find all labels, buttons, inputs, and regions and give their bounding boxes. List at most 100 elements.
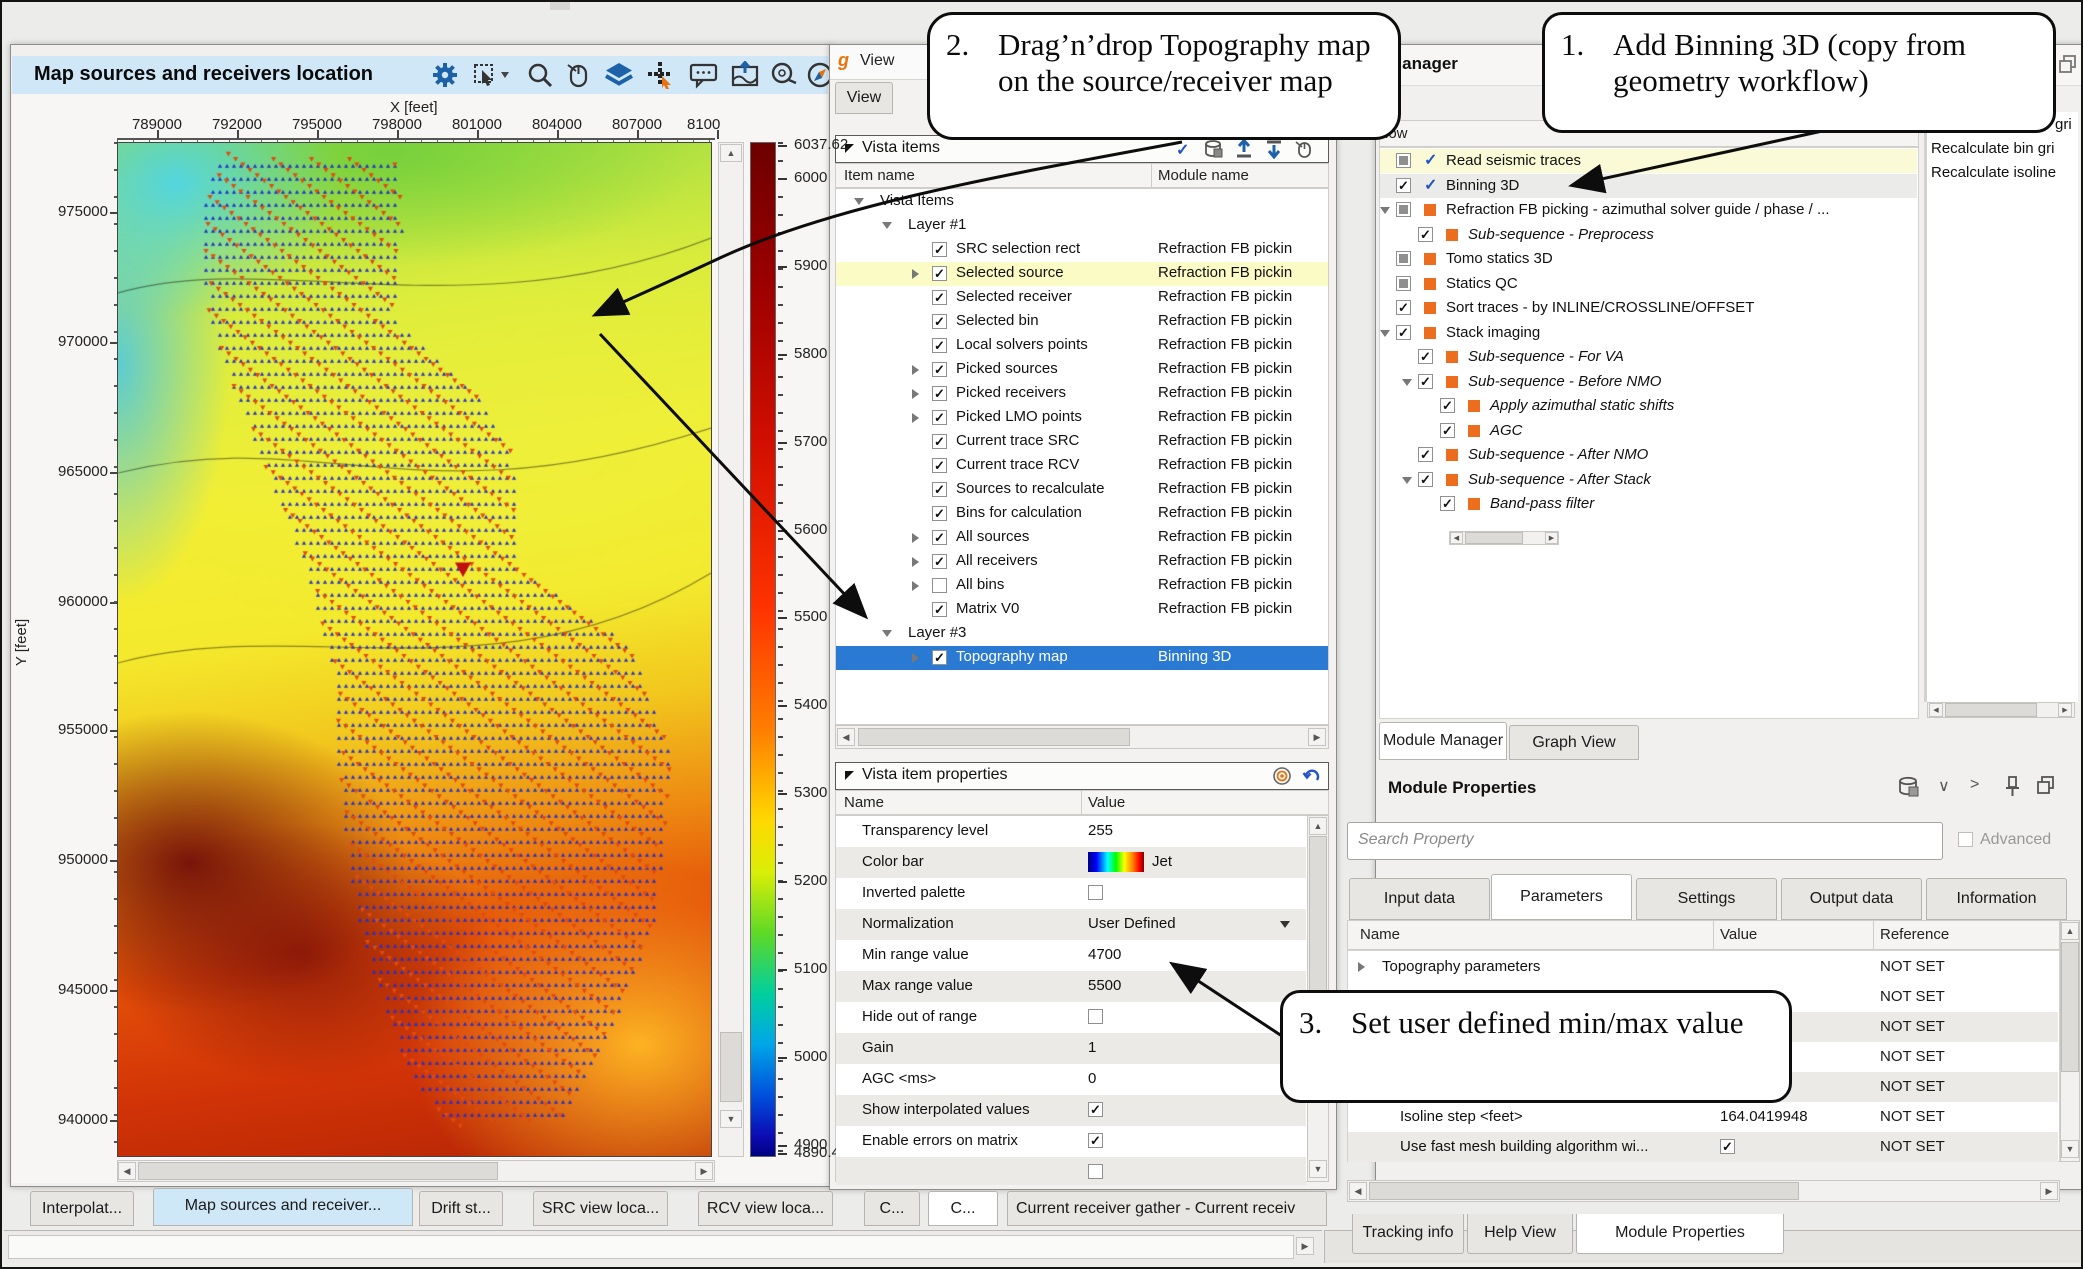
vista-item-row[interactable]: ✓Picked sourcesRefraction FB pickin bbox=[836, 358, 1328, 382]
item-visibility-checkbox[interactable]: ✓ bbox=[932, 602, 947, 617]
workflow-row[interactable]: ✓✓Binning 3D bbox=[1380, 174, 1917, 198]
item-visibility-checkbox[interactable]: ✓ bbox=[932, 458, 947, 473]
parameters-scroll-left[interactable]: ◀ bbox=[1349, 1182, 1367, 1200]
record-target-icon[interactable] bbox=[1272, 766, 1292, 786]
crosshair-position-icon[interactable] bbox=[644, 61, 674, 89]
comments-icon[interactable] bbox=[688, 61, 718, 89]
parameter-row[interactable]: Isoline step <feet>164.0419948NOT SET bbox=[1348, 1102, 2058, 1132]
column-module-name[interactable]: Module name bbox=[1158, 167, 1249, 184]
workflow-checkbox[interactable] bbox=[1396, 276, 1411, 291]
property-checkbox[interactable] bbox=[1088, 1164, 1103, 1179]
item-visibility-checkbox[interactable]: ✓ bbox=[932, 650, 947, 665]
vista-properties-panel-header[interactable]: Vista item properties bbox=[835, 762, 1329, 790]
module-action-recalc-bin-grid[interactable]: Recalculate bin gri bbox=[1931, 140, 2081, 157]
vista-properties-column-header[interactable]: Name Value bbox=[835, 790, 1329, 815]
map-scroll-up-button[interactable]: ▲ bbox=[720, 144, 742, 162]
item-visibility-checkbox[interactable]: ✓ bbox=[932, 506, 947, 521]
tab-view[interactable]: View bbox=[835, 82, 893, 114]
property-value[interactable]: 5500 bbox=[1088, 977, 1121, 994]
property-checkbox[interactable] bbox=[1088, 1009, 1103, 1024]
expander-closed-icon[interactable] bbox=[1358, 962, 1365, 972]
workflow-row[interactable]: ✓ Band-pass filter bbox=[1380, 492, 1917, 516]
vista-item-row[interactable]: ✓Sources to recalculateRefraction FB pic… bbox=[836, 478, 1328, 502]
workflow-row[interactable]: ✓Sub-sequence - After NMO bbox=[1380, 443, 1917, 467]
tab-output-data[interactable]: Output data bbox=[1781, 878, 1922, 920]
vista-item-row[interactable]: ✓SRC selection rectRefraction FB pickin bbox=[836, 238, 1328, 262]
tab-graph-view[interactable]: Graph View bbox=[1509, 725, 1639, 760]
column-value[interactable]: Value bbox=[1720, 926, 1757, 943]
property-dropdown-value[interactable]: User Defined bbox=[1088, 915, 1176, 932]
column-name[interactable]: Name bbox=[844, 794, 884, 811]
mouse-settings-icon[interactable] bbox=[1294, 139, 1314, 159]
document-tab[interactable]: Interpolat... bbox=[30, 1191, 134, 1226]
expander-open-icon[interactable] bbox=[1402, 379, 1412, 386]
property-checkbox[interactable] bbox=[1088, 885, 1103, 900]
undo-icon[interactable] bbox=[1302, 766, 1322, 786]
workflow-checkbox[interactable]: ✓ bbox=[1418, 349, 1433, 364]
workflow-checkbox[interactable]: ✓ bbox=[1440, 496, 1455, 511]
workflow-row[interactable]: ✓Stack imaging bbox=[1380, 321, 1917, 345]
property-row[interactable]: Transparency level255 bbox=[836, 816, 1306, 847]
workflow-module-label[interactable]: Sub-sequence - Preprocess bbox=[1468, 226, 1654, 243]
vista-items-column-header[interactable]: Item name Module name bbox=[835, 163, 1329, 188]
workflow-module-label[interactable]: Band-pass filter bbox=[1490, 495, 1594, 512]
workflow-module-label[interactable]: Tomo statics 3D bbox=[1446, 250, 1553, 267]
expander-closed-icon[interactable] bbox=[912, 413, 919, 423]
vista-item-row[interactable]: ✓Bins for calculationRefraction FB picki… bbox=[836, 502, 1328, 526]
workflow-row[interactable]: Statics QC bbox=[1380, 272, 1917, 296]
map-scroll-left-button[interactable]: ◀ bbox=[118, 1162, 136, 1180]
float-window-icon[interactable] bbox=[2036, 775, 2056, 795]
expander-open-icon[interactable] bbox=[1380, 330, 1390, 337]
workflow-module-label[interactable]: Sub-sequence - After NMO bbox=[1468, 446, 1648, 463]
vista-items-hscroll-thumb[interactable] bbox=[858, 728, 1130, 746]
mouse-tool-icon[interactable] bbox=[564, 61, 594, 89]
dropdown-caret-icon[interactable] bbox=[1280, 921, 1290, 928]
property-row[interactable]: Show interpolated values✓ bbox=[836, 1095, 1306, 1126]
workflow-module-label[interactable]: Sort traces - by INLINE/CROSSLINE/OFFSET bbox=[1446, 299, 1754, 316]
item-visibility-checkbox[interactable]: ✓ bbox=[932, 482, 947, 497]
parameters-scroll-right[interactable]: ▶ bbox=[2040, 1182, 2058, 1200]
apply-check-icon[interactable]: ✓ bbox=[1176, 140, 1196, 160]
database-save-icon[interactable] bbox=[1204, 139, 1224, 159]
search-property-input[interactable]: Search Property bbox=[1347, 822, 1943, 860]
vprop-scroll-up[interactable]: ▲ bbox=[1309, 817, 1327, 835]
property-value[interactable]: 1 bbox=[1088, 1039, 1096, 1056]
chevron-down-icon[interactable]: ∨ bbox=[1938, 776, 1950, 796]
workflow-checkbox[interactable] bbox=[1396, 251, 1411, 266]
workflow-row[interactable]: ✓Apply azimuthal static shifts bbox=[1380, 394, 1917, 418]
item-visibility-checkbox[interactable]: ✓ bbox=[932, 434, 947, 449]
workflow-checkbox[interactable]: ✓ bbox=[1418, 227, 1433, 242]
workflow-module-label[interactable]: Stack imaging bbox=[1446, 324, 1540, 341]
workflow-checkbox[interactable]: ✓ bbox=[1396, 178, 1411, 193]
vista-item-row[interactable]: ✓All receiversRefraction FB pickin bbox=[836, 550, 1328, 574]
property-row[interactable]: Max range value5500 bbox=[836, 971, 1306, 1002]
move-down-icon[interactable] bbox=[1264, 139, 1284, 159]
workflow-checkbox[interactable] bbox=[1396, 202, 1411, 217]
vista-items-scroll-right[interactable]: ▶ bbox=[1308, 728, 1326, 746]
parameters-hscroll-thumb[interactable] bbox=[1369, 1182, 1799, 1200]
workflow-module-label[interactable]: Sub-sequence - Before NMO bbox=[1468, 373, 1661, 390]
collapse-triangle-icon[interactable] bbox=[845, 771, 854, 780]
workflow-scroll-left[interactable]: ◀ bbox=[1450, 532, 1463, 544]
bottom-tab-tracking-info[interactable]: Tracking info bbox=[1352, 1214, 1464, 1254]
property-row[interactable]: Hide out of range bbox=[836, 1002, 1306, 1033]
property-row[interactable]: Inverted palette bbox=[836, 878, 1306, 909]
parameter-checkbox[interactable]: ✓ bbox=[1720, 1139, 1735, 1154]
bottom-tab-help-view[interactable]: Help View bbox=[1467, 1214, 1573, 1254]
property-row[interactable]: Enable errors on matrix✓ bbox=[836, 1126, 1306, 1157]
chevron-right-icon[interactable]: > bbox=[1970, 776, 1979, 794]
item-visibility-checkbox[interactable]: ✓ bbox=[932, 314, 947, 329]
item-visibility-checkbox[interactable]: ✓ bbox=[932, 242, 947, 257]
property-row[interactable]: Color barJet bbox=[836, 847, 1306, 878]
map-scroll-right-button[interactable]: ▶ bbox=[695, 1162, 713, 1180]
property-value[interactable]: 255 bbox=[1088, 822, 1113, 839]
item-visibility-checkbox[interactable]: ✓ bbox=[932, 530, 947, 545]
workflow-scroll-right[interactable]: ▶ bbox=[1545, 532, 1558, 544]
workflow-row[interactable]: ✓AGC bbox=[1380, 419, 1917, 443]
parameter-row[interactable]: Topography parametersNOT SET bbox=[1348, 952, 2058, 982]
property-row[interactable]: NormalizationUser Defined bbox=[836, 909, 1306, 940]
expander-open-icon[interactable] bbox=[882, 630, 892, 637]
workflow-checkbox[interactable]: ✓ bbox=[1440, 423, 1455, 438]
vista-item-row[interactable]: ✓Topography mapBinning 3D bbox=[836, 646, 1328, 670]
workflow-checkbox[interactable]: ✓ bbox=[1396, 300, 1411, 315]
